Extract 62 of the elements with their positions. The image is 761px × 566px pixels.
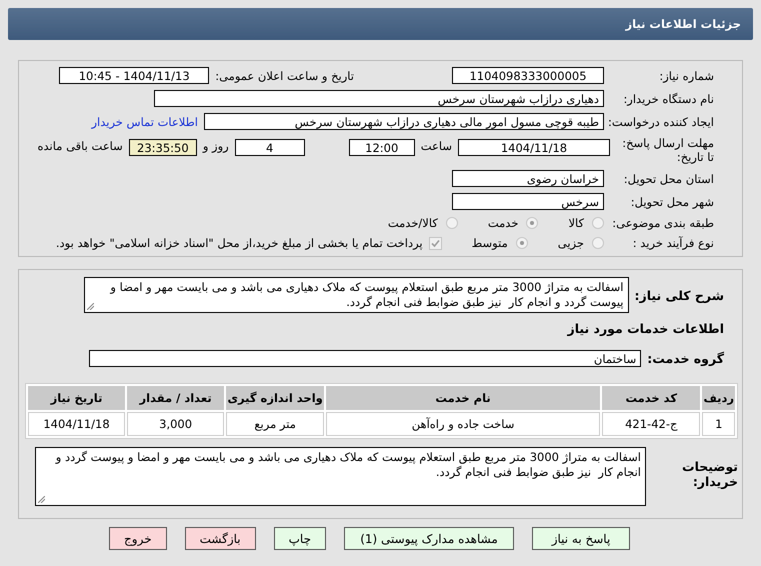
- field-label: شرح کلی نیاز:: [634, 288, 724, 302]
- resize-grip-icon[interactable]: [38, 496, 45, 503]
- field-label: نوع فرآیند خرید :: [632, 236, 714, 250]
- buyer-org-field[interactable]: دهیاری درازاب شهرستان سرخس: [154, 90, 604, 107]
- field-label: استان محل تحویل:: [622, 172, 714, 186]
- column-header: تاریخ نیاز: [28, 386, 126, 410]
- header-bar: جزئیات اطلاعات نیاز: [8, 8, 753, 40]
- remaining-time-field[interactable]: 23:35:50: [128, 139, 197, 156]
- province-field[interactable]: خراسان رضوی: [452, 170, 604, 187]
- column-header: واحد اندازه گیری: [226, 386, 324, 410]
- field-label: تاریخ و ساعت اعلان عمومی:: [215, 68, 354, 82]
- resize-grip-icon[interactable]: [86, 303, 94, 310]
- field-label: شهر محل تحویل:: [630, 194, 714, 208]
- section-heading: اطلاعات خدمات مورد نیاز: [566, 321, 725, 336]
- field-label: ایجاد کننده درخواست:: [610, 114, 714, 128]
- radio-button[interactable]: [526, 217, 538, 229]
- table-cell: 3,000: [127, 412, 224, 436]
- table-cell: ساخت جاده و راه‌آهن: [326, 412, 600, 436]
- column-header: نام خدمت: [326, 386, 600, 410]
- days-field[interactable]: 4: [234, 139, 305, 156]
- action-button[interactable]: پاسخ به نیاز: [532, 527, 630, 550]
- requester-field[interactable]: طیبه قوچی مسول امور مالی دهیاری درازاب شهرستان سرخس: [204, 113, 604, 130]
- exit-button[interactable]: بازگشت: [184, 527, 256, 550]
- announce-date-field[interactable]: 1404/11/13 - 10:45: [59, 67, 210, 84]
- column-header: ردیف: [702, 386, 735, 410]
- buyer-contact-link[interactable]: اطلاعات تماس خریدار: [91, 114, 198, 128]
- field-label: طبقه بندی موضوعی:: [611, 216, 714, 230]
- action-button[interactable]: مشاهده مدارک پیوستی (1): [344, 527, 514, 550]
- exit-button[interactable]: خروج: [109, 527, 167, 550]
- field-label: ساعت باقی مانده: [38, 139, 123, 153]
- action-button[interactable]: چاپ: [274, 527, 326, 550]
- radio-button[interactable]: [592, 237, 604, 249]
- table-cell: متر مربع: [226, 412, 324, 436]
- field-label: توضیحات خریدار:: [681, 459, 738, 489]
- table-cell: ج-42-421: [602, 412, 700, 436]
- radio-button[interactable]: [446, 217, 458, 229]
- payment-note: پرداخت تمام یا بخشی از مبلغ خرید،از محل "اسناد خزانه اسلامی" خواهد بود.: [56, 236, 423, 250]
- field-label: نام دستگاه خریدار:: [622, 92, 714, 106]
- field-label: شماره نیاز:: [658, 68, 714, 82]
- field-label: ساعت: [420, 139, 452, 153]
- buyer-notes-field[interactable]: اسفالت به متراژ 3000 متر مربع طبق استعلام پیوست که ملاک دهیاری می باشد و می بایست مهر و امضا و پیوست گردد و انجام کار نیز طبق ضوابط فنی انجام گردد.: [35, 447, 646, 506]
- description-field[interactable]: اسفالت به متراژ 3000 متر مربع طبق استعلام پیوست که ملاک دهیاری می باشد و می بایست مهر و امضا و پیوست گردد و انجام کار نیز طبق ضوابط فنی انجام گردد.: [84, 277, 629, 313]
- field-label: مهلت ارسال پاسخ: تا تاریخ:: [621, 136, 714, 164]
- service-group-field[interactable]: ساختمان: [89, 350, 642, 367]
- table-cell: 1: [702, 412, 735, 436]
- radio-label: متوسط: [472, 236, 508, 250]
- city-field[interactable]: سرخس: [452, 193, 604, 210]
- payment-checkbox[interactable]: [428, 236, 442, 250]
- table-cell: 1404/11/18: [28, 412, 126, 436]
- radio-label: جزیی: [558, 236, 584, 250]
- radio-button[interactable]: [592, 217, 604, 229]
- radio-button[interactable]: [516, 237, 528, 249]
- need-number-field[interactable]: 1104098333000005: [452, 67, 604, 84]
- radio-label: خدمت: [488, 216, 518, 230]
- field-label: گروه خدمت:: [647, 351, 724, 366]
- field-label: روز و: [202, 139, 229, 153]
- deadline-time-field[interactable]: 12:00: [348, 139, 415, 156]
- column-header: تعداد / مقدار: [127, 386, 224, 410]
- column-header: کد خدمت: [602, 386, 700, 410]
- radio-label: کالا: [568, 216, 584, 230]
- radio-label: کالا/خدمت: [388, 216, 438, 230]
- deadline-date-field[interactable]: 1404/11/18: [458, 139, 610, 156]
